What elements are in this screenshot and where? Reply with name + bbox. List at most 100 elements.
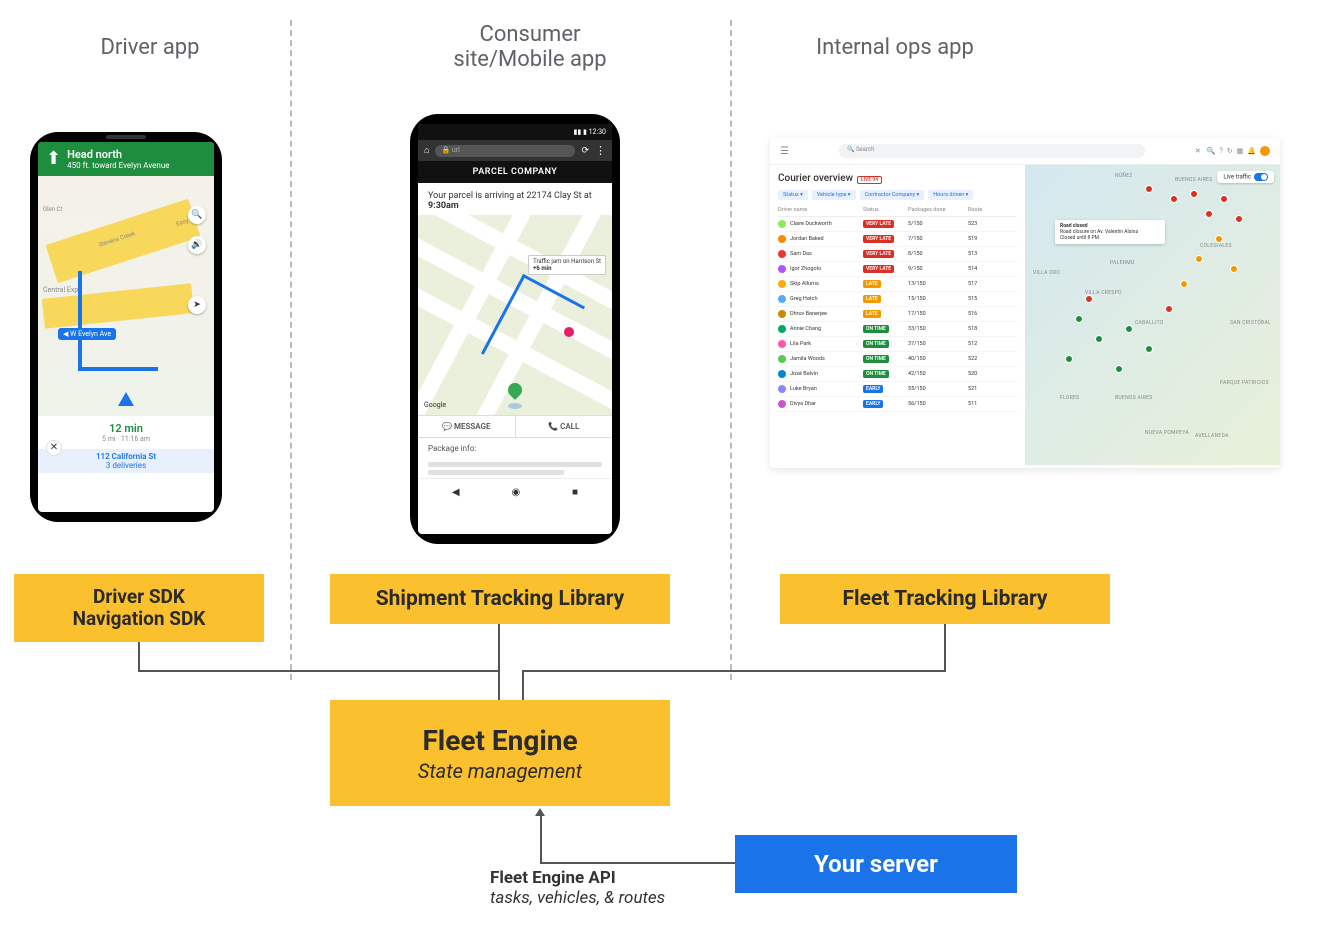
table-row[interactable]: Lila ParkON TIME37/150512 (778, 337, 1017, 352)
menu-dots-icon[interactable]: ⋮ (595, 144, 606, 157)
table-row[interactable]: Greg HatchLATE15/150515 (778, 292, 1017, 307)
region-label: PARQUE PATRICIOS (1220, 380, 1269, 386)
home-icon[interactable]: ⌂ (424, 145, 429, 156)
close-icon[interactable]: ✕ (46, 440, 62, 456)
route-cell: 515 (968, 296, 1008, 302)
message-button[interactable]: 💬 MESSAGE (418, 416, 515, 437)
toggle-icon[interactable] (1254, 173, 1268, 181)
heading-ops: Internal ops app (770, 35, 1020, 60)
route-cell: 511 (968, 401, 1008, 407)
url-bar[interactable]: 🔒 url (435, 145, 575, 157)
heading-driver: Driver app (50, 35, 250, 60)
table-row[interactable]: Luke BryanEARLY55/150521 (778, 382, 1017, 397)
table-row[interactable]: Jamila WoodsON TIME40/150522 (778, 352, 1017, 367)
region-label: VILLA ORO (1033, 270, 1060, 276)
dest-deliveries: 3 deliveries (41, 461, 211, 470)
table-row[interactable]: Annie ChangON TIME33/150518 (778, 322, 1017, 337)
map-marker-icon[interactable] (1165, 305, 1173, 313)
driver-map[interactable]: Glen Ct Stevens Creek Easy St Central Ex… (38, 176, 214, 416)
history-icon[interactable]: ↻ (1227, 147, 1233, 155)
driver-name: Luke Bryan (790, 386, 817, 392)
toolbar-icon[interactable]: 🔍 (1207, 147, 1216, 155)
back-icon[interactable]: ◀ (452, 487, 460, 498)
map-marker-icon[interactable] (1180, 280, 1188, 288)
col-status[interactable]: Status (863, 207, 908, 213)
consumer-map[interactable]: Traffic jam on Harrison St +6 min Google (418, 215, 612, 415)
user-avatar-icon[interactable] (1260, 146, 1270, 156)
map-marker-icon[interactable] (1170, 195, 1178, 203)
status-badge: ON TIME (863, 355, 889, 363)
nav-pointer-icon (118, 392, 134, 406)
table-row[interactable]: Claire DuckworthVERY LATE5/150523 (778, 217, 1017, 232)
table-row[interactable]: Sam DasVERY LATE8/150513 (778, 247, 1017, 262)
audio-icon[interactable]: 🔊 (188, 236, 206, 254)
shipment-tracking-box: Shipment Tracking Library (330, 574, 670, 624)
nav-banner: ⬆ Head north 450 ft. toward Evelyn Avenu… (38, 142, 214, 176)
region-label: FLORES (1060, 395, 1079, 401)
table-row[interactable]: Jordan BakedVERY LATE7/150519 (778, 232, 1017, 247)
map-marker-icon[interactable] (1085, 295, 1093, 303)
table-row[interactable]: José BalvinON TIME42/150520 (778, 367, 1017, 382)
map-marker-icon[interactable] (1215, 235, 1223, 243)
map-marker-icon[interactable] (1115, 365, 1123, 373)
packages-cell: 5/150 (908, 221, 968, 227)
avatar-icon (778, 325, 786, 333)
route-cell: 522 (968, 356, 1008, 362)
packages-cell: 8/150 (908, 251, 968, 257)
status-badge: EARLY (863, 400, 883, 408)
status-bar: ▮▮ ▮ 12:30 (418, 124, 612, 140)
map-label-central: Central Expy (43, 286, 82, 294)
refresh-icon[interactable]: ⟳ (581, 146, 589, 156)
table-row[interactable]: Skip AllumsLATE13/150517 (778, 277, 1017, 292)
live-traffic-toggle[interactable]: Live traffic (1217, 171, 1274, 183)
your-server-box: Your server (735, 835, 1017, 893)
map-marker-icon[interactable] (1190, 190, 1198, 198)
api-label: Fleet Engine API tasks, vehicles, & rout… (490, 868, 665, 908)
close-search-icon[interactable]: ✕ (1195, 147, 1201, 155)
search-icon[interactable]: 🔍 (188, 206, 206, 224)
search-input[interactable]: 🔍 Search (839, 144, 1145, 158)
map-marker-icon[interactable] (1220, 195, 1228, 203)
table-row[interactable]: Dhruv BanerjeeLATE17/150516 (778, 307, 1017, 322)
arrow-icon (535, 808, 545, 816)
region-label: VILLA CRESPO (1085, 290, 1122, 296)
map-marker-icon[interactable] (1230, 265, 1238, 273)
map-marker-icon[interactable] (1075, 315, 1083, 323)
col-route[interactable]: Route (968, 207, 1008, 213)
browser-bar: ⌂ 🔒 url ⟳ ⋮ (418, 140, 612, 161)
region-label: COLEGIALES (1200, 243, 1232, 249)
filter-chip[interactable]: Vehicle type ▾ (812, 190, 856, 200)
col-driver[interactable]: Driver name (778, 207, 863, 213)
recents-icon[interactable]: ■ (572, 487, 578, 498)
map-marker-icon[interactable] (1205, 210, 1213, 218)
grid-icon[interactable]: ▦ (1237, 147, 1244, 155)
hamburger-icon[interactable]: ☰ (780, 146, 789, 157)
table-row[interactable]: Divya DharEARLY56/150511 (778, 397, 1017, 412)
region-label: AVELLANEDA (1195, 433, 1229, 439)
ops-map[interactable]: Live traffic Road closed Road closure on… (1025, 165, 1280, 465)
map-marker-icon[interactable] (1195, 255, 1203, 263)
compass-icon[interactable]: ➤ (188, 296, 206, 314)
home-circle-icon[interactable]: ◉ (511, 487, 520, 498)
divider-2 (730, 20, 732, 680)
map-marker-icon[interactable] (1145, 345, 1153, 353)
filter-chip[interactable]: Status ▾ (778, 190, 808, 200)
call-button[interactable]: 📞 CALL (515, 416, 613, 437)
map-marker-icon[interactable] (1125, 325, 1133, 333)
connector (540, 862, 735, 864)
map-marker-icon[interactable] (1235, 215, 1243, 223)
packages-cell: 37/150 (908, 341, 968, 347)
driver-name: Sam Das (790, 251, 812, 257)
help-icon[interactable]: ? (1219, 147, 1222, 155)
map-marker-icon[interactable] (1095, 335, 1103, 343)
filter-chip[interactable]: Contractor Company ▾ (860, 190, 925, 200)
driver-name: Annie Chang (790, 326, 821, 332)
filter-chip[interactable]: Hours driven ▾ (928, 190, 973, 200)
map-marker-icon[interactable] (1065, 355, 1073, 363)
destination-banner[interactable]: 112 California St 3 deliveries (38, 449, 214, 473)
col-packages[interactable]: Packages done (908, 207, 968, 213)
packages-cell: 56/150 (908, 401, 968, 407)
map-marker-icon[interactable] (1145, 185, 1153, 193)
table-row[interactable]: Igor ZhogoloVERY LATE9/150514 (778, 262, 1017, 277)
notification-icon[interactable]: 🔔 (1247, 147, 1256, 155)
